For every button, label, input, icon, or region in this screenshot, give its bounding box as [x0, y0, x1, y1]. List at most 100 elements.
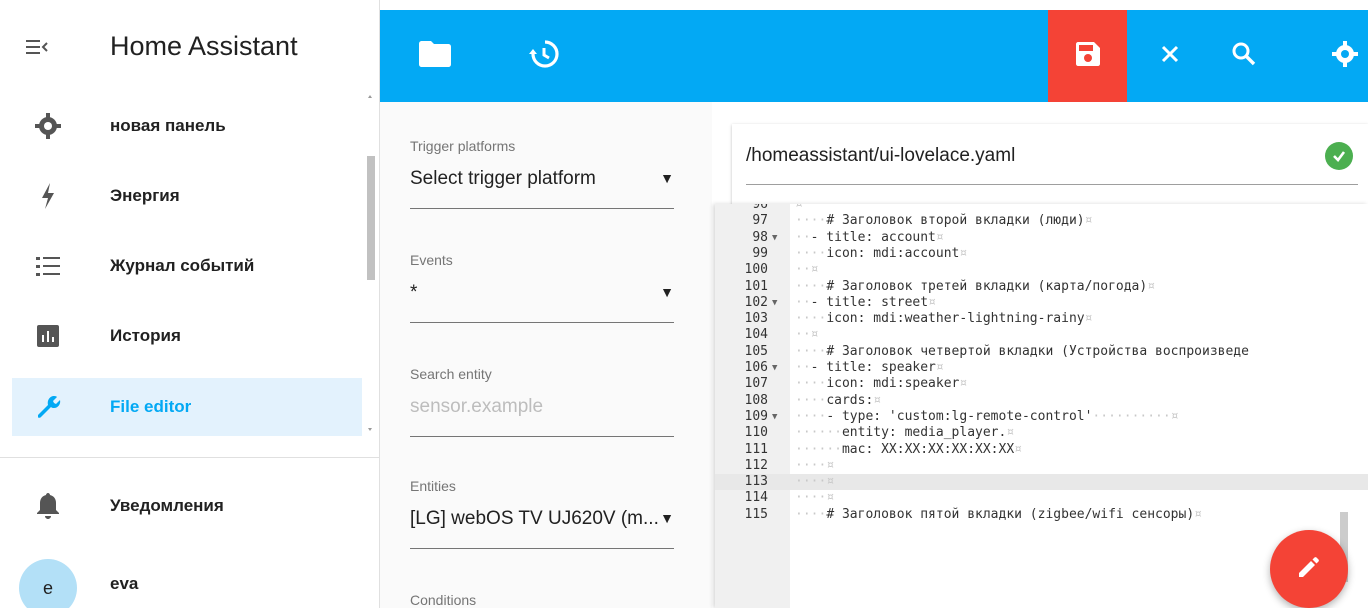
- code-line[interactable]: 98 ▼ ··- title: account¤: [715, 230, 1368, 246]
- search-button[interactable]: [1214, 10, 1274, 102]
- sidebar-item-notifications[interactable]: Уведомления: [12, 477, 362, 535]
- folder-icon: [419, 40, 451, 72]
- code-text: ····icon: mdi:account¤: [795, 245, 968, 261]
- browse-filesystem-button[interactable]: [405, 10, 465, 102]
- edit-fab-button[interactable]: [1270, 530, 1348, 608]
- dropdown-caret-icon: ▼: [660, 170, 674, 186]
- code-line[interactable]: 104 ··¤: [715, 327, 1368, 343]
- line-number: 105: [744, 343, 768, 359]
- code-line[interactable]: 99 ····icon: mdi:account¤: [715, 246, 1368, 262]
- sidebar-item-label: новая панель: [110, 116, 226, 135]
- sidebar-item-label: Уведомления: [110, 496, 224, 515]
- code-line[interactable]: 100 ··¤: [715, 262, 1368, 278]
- code-line[interactable]: 109 ▼ ····- type: 'custom:lg-remote-contro…: [715, 409, 1368, 425]
- code-text: ¤: [795, 204, 803, 212]
- git-history-button[interactable]: [514, 10, 574, 102]
- save-button[interactable]: [1048, 10, 1127, 102]
- avatar[interactable]: e: [19, 559, 77, 608]
- code-text: ······entity: media_player.¤: [795, 425, 1015, 441]
- code-line[interactable]: 105 ····# Заголовок четвертой вкладки (Ус…: [715, 344, 1368, 360]
- code-editor[interactable]: 96 ¤ 97 ····# Заголовок второй вкладки (люд…: [715, 204, 1368, 608]
- line-number: 114: [744, 490, 768, 506]
- line-number: 110: [744, 425, 768, 441]
- line-number: 107: [744, 376, 768, 392]
- code-line[interactable]: 101 ····# Заголовок третей вкладки (карта…: [715, 279, 1368, 295]
- fold-arrow-icon[interactable]: ▼: [772, 295, 777, 311]
- code-text: ··- title: speaker¤: [795, 360, 944, 375]
- sidebar-item-new-panel[interactable]: новая панель: [12, 97, 362, 155]
- fold-arrow-icon[interactable]: ▼: [772, 230, 777, 246]
- code-line[interactable]: 102 ▼ ··- title: street¤: [715, 295, 1368, 311]
- code-line[interactable]: 108 ····cards:¤: [715, 393, 1368, 409]
- entities-select[interactable]: Entities [LG] webOS TV UJ620V (m... ▼: [410, 478, 674, 549]
- sidebar-item-logbook[interactable]: Журнал событий: [12, 237, 362, 295]
- line-number: 100: [744, 262, 768, 278]
- sidebar-item-label: Энергия: [110, 186, 180, 205]
- code-line[interactable]: 114 ····¤: [715, 490, 1368, 506]
- avatar-letter: e: [42, 577, 53, 598]
- line-number: 113: [744, 474, 768, 490]
- close-button[interactable]: [1140, 10, 1200, 102]
- line-number: 109: [744, 408, 768, 424]
- line-number: 111: [744, 441, 768, 457]
- code-text: ··- title: street¤: [795, 294, 936, 310]
- events-value: * ▼: [410, 282, 674, 310]
- line-number: 106: [744, 360, 768, 375]
- sidebar-scroll-thumb[interactable]: [367, 156, 375, 280]
- code-line[interactable]: 111 ······mac: XX:XX:XX:XX:XX:XX¤: [715, 442, 1368, 458]
- line-number: 99: [752, 245, 768, 261]
- sidebar-item-history[interactable]: История: [12, 307, 362, 365]
- field-underline: [410, 322, 674, 323]
- conditions-field[interactable]: Conditions: [410, 592, 674, 608]
- search-entity-input[interactable]: Search entity sensor.example: [410, 366, 674, 437]
- code-line[interactable]: 103 ····icon: mdi:weather-lightning-rainy…: [715, 311, 1368, 327]
- fold-arrow-icon[interactable]: ▼: [772, 360, 777, 376]
- dropdown-caret-icon: ▼: [660, 510, 674, 526]
- file-path-underline: [746, 184, 1358, 185]
- file-path: /homeassistant/ui-lovelace.yaml: [746, 145, 1016, 166]
- line-number: 96: [752, 204, 768, 212]
- code-text: ····- type: 'custom:lg-remote-control'··…: [795, 408, 1179, 424]
- sidebar-header: Home Assistant: [0, 0, 380, 92]
- line-number: 101: [744, 278, 768, 294]
- settings-button[interactable]: [1315, 10, 1368, 102]
- sidebar-scrollbar[interactable]: [364, 94, 376, 432]
- format-list-icon: [35, 253, 61, 279]
- code-line[interactable]: 96 ¤: [715, 204, 1368, 213]
- code-text: ····icon: mdi:weather-lightning-rainy¤: [795, 311, 1093, 327]
- close-icon: [1160, 44, 1180, 69]
- code-line[interactable]: 112 ····¤: [715, 458, 1368, 474]
- code-line[interactable]: 97 ····# Заголовок второй вкладки (люди)¤: [715, 213, 1368, 229]
- code-line[interactable]: 113 ····¤: [715, 474, 1368, 491]
- events-text: *: [410, 282, 418, 303]
- fold-arrow-icon[interactable]: ▼: [772, 409, 777, 425]
- code-text: ····¤: [795, 457, 835, 473]
- conditions-label: Conditions: [410, 592, 477, 608]
- code-line[interactable]: 106 ▼ ··- title: speaker¤: [715, 360, 1368, 376]
- field-underline: [410, 548, 674, 549]
- trigger-platform-text: Select trigger platform: [410, 168, 596, 189]
- sidebar-item-label: eva: [110, 574, 139, 593]
- code-text: ··¤: [795, 262, 819, 278]
- sidebar-item-file-editor[interactable]: File editor: [12, 378, 362, 436]
- settings-icon: [1332, 40, 1358, 72]
- line-number: 102: [744, 294, 768, 310]
- search-entity-placeholder: sensor.example: [410, 396, 544, 417]
- pencil-icon: [1297, 555, 1321, 584]
- events-select[interactable]: Events * ▼: [410, 252, 674, 323]
- entities-label: Entities: [410, 478, 456, 494]
- trigger-platform-value: Select trigger platform ▼: [410, 168, 674, 196]
- code-line[interactable]: 110 ······entity: media_player.¤: [715, 425, 1368, 441]
- line-number: 98: [752, 229, 768, 245]
- search-icon: [1232, 42, 1256, 71]
- sidebar-item-energy[interactable]: Энергия: [12, 167, 362, 225]
- code-line[interactable]: 107 ····icon: mdi:speaker¤: [715, 376, 1368, 392]
- sidebar-item-label: File editor: [110, 397, 192, 416]
- trigger-platform-select[interactable]: Trigger platforms Select trigger platfor…: [410, 138, 674, 209]
- code-line[interactable]: 115 ····# Заголовок пятой вкладки (zigbee…: [715, 507, 1368, 523]
- code-text: ····# Заголовок второй вкладки (люди)¤: [795, 213, 1093, 229]
- menu-collapse-icon[interactable]: [26, 38, 48, 56]
- code-text: ····# Заголовок пятой вкладки (zigbee/wi…: [795, 506, 1202, 522]
- line-number: 104: [744, 327, 768, 343]
- event-helper-panel: Trigger platforms Select trigger platfor…: [380, 102, 712, 608]
